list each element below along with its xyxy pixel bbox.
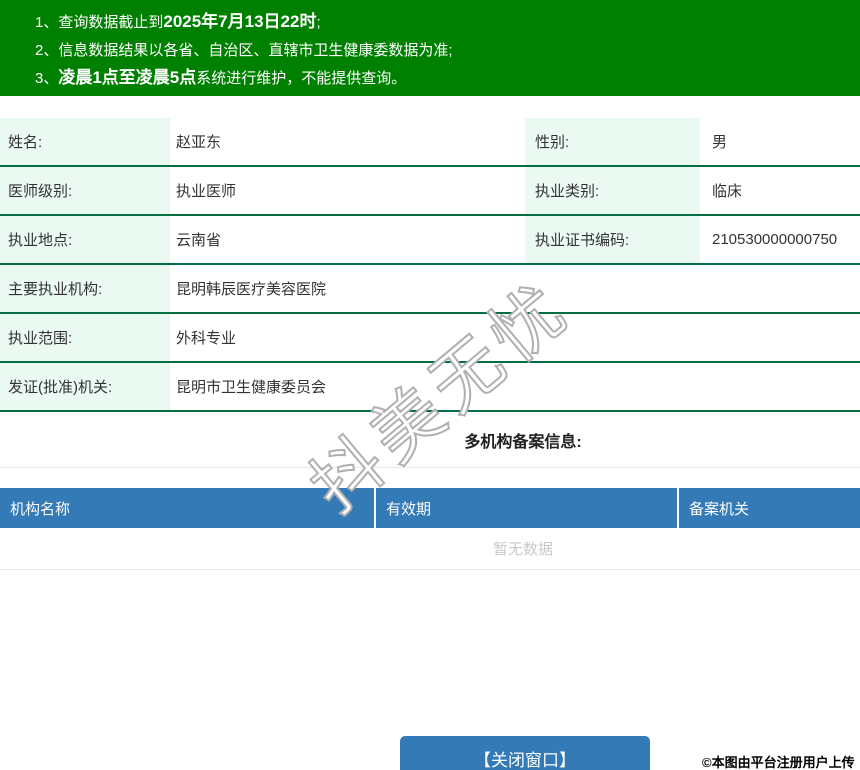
notice-line-3: 3、凌晨1点至凌晨5点系统进行维护，不能提供查询。 xyxy=(35,68,407,87)
notice-line-1: 1、查询数据截止到2025年7月13日22时; xyxy=(35,12,321,31)
field-value: 临床 xyxy=(712,183,743,200)
field-label: 发证(批准)机关: xyxy=(0,363,170,410)
table-row: 主要执业机构: 昆明韩辰医疗美容医院 xyxy=(0,265,860,314)
notice-banner: 1、查询数据截止到2025年7月13日22时; 2、信息数据结果以各省、自治区、… xyxy=(0,0,860,96)
field-label: 主要执业机构: xyxy=(0,265,170,312)
field-label: 执业地点: xyxy=(0,216,170,263)
field-value: 云南省 xyxy=(176,232,222,249)
multi-org-table-header: 机构名称 有效期 备案机关 xyxy=(0,488,860,528)
table-row: 医师级别: 执业医师 执业类别: 临床 xyxy=(0,167,860,216)
field-label: 执业证书编码: xyxy=(525,216,700,263)
table-row: 发证(批准)机关: 昆明市卫生健康委员会 xyxy=(0,363,860,412)
table-row: 执业范围: 外科专业 xyxy=(0,314,860,363)
close-window-button[interactable]: 【关闭窗口】 xyxy=(400,736,650,770)
multi-org-section-title: 多机构备案信息: xyxy=(0,412,860,468)
query-result-page: 1、查询数据截止到2025年7月13日22时; 2、信息数据结果以各省、自治区、… xyxy=(0,0,860,770)
column-header-filing-authority: 备案机关 xyxy=(677,488,860,528)
field-value: 210530000000750 xyxy=(712,231,838,248)
table-row: 执业地点: 云南省 执业证书编码: 210530000000750 xyxy=(0,216,860,265)
field-label: 执业范围: xyxy=(0,314,170,361)
practitioner-info-table: 姓名: 赵亚东 性别: 男 医师级别: 执业医师 执业类别: 临床 执业地点: … xyxy=(0,118,860,412)
field-value: 昆明市卫生健康委员会 xyxy=(176,379,327,396)
field-label: 性别: xyxy=(525,118,700,165)
column-header-validity: 有效期 xyxy=(374,488,677,528)
table-row: 姓名: 赵亚东 性别: 男 xyxy=(0,118,860,167)
field-value: 执业医师 xyxy=(176,183,237,200)
notice-line-2: 2、信息数据结果以各省、自治区、直辖市卫生健康委数据为准; xyxy=(35,42,453,59)
column-header-org-name: 机构名称 xyxy=(10,500,71,518)
field-label: 姓名: xyxy=(0,118,170,165)
empty-data-placeholder: 暂无数据 xyxy=(0,528,860,570)
field-label: 执业类别: xyxy=(525,167,700,214)
field-value: 外科专业 xyxy=(176,330,237,347)
field-value: 昆明韩辰医疗美容医院 xyxy=(176,281,327,298)
field-label: 医师级别: xyxy=(0,167,170,214)
upload-credit-text: ©本图由平台注册用户上传 xyxy=(702,755,855,770)
field-value: 男 xyxy=(712,134,728,151)
field-value: 赵亚东 xyxy=(176,134,222,151)
